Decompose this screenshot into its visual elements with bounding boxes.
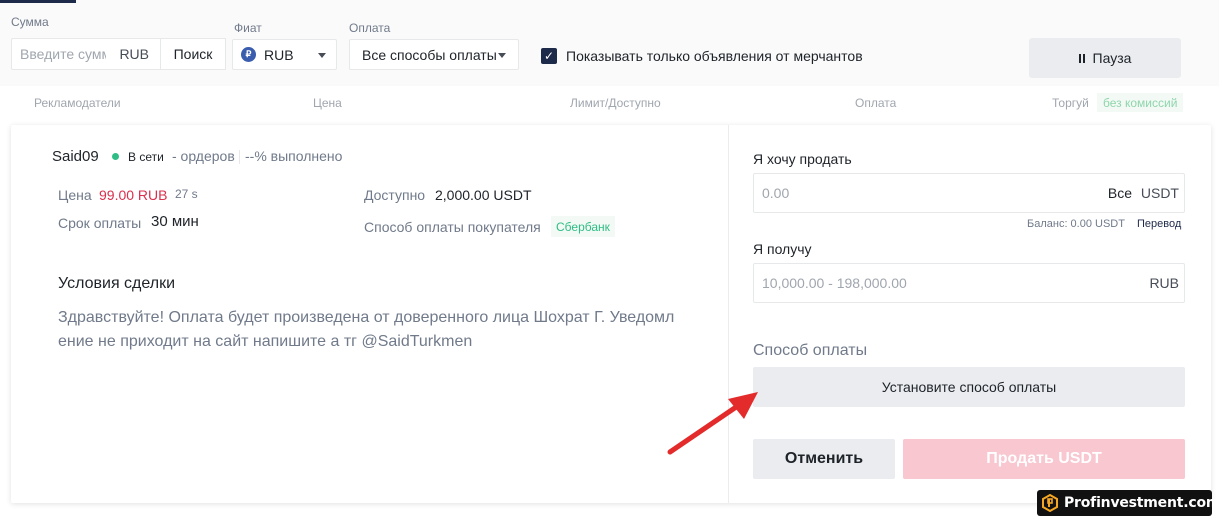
payment-method-badge: Сбербанк [551, 216, 615, 237]
column-price: Цена [313, 96, 342, 110]
ruble-icon: ₽ [241, 47, 256, 62]
column-limit: Лимит/Доступно [570, 96, 661, 110]
sell-amount-input[interactable] [754, 174, 1054, 212]
terms-title: Условия сделки [58, 275, 176, 292]
pause-label: Пауза [1092, 50, 1132, 66]
stat-separator [239, 150, 240, 164]
payment-method-label: Способ оплаты [753, 342, 868, 359]
column-trade: Торгуй [1052, 96, 1089, 110]
watermark: Profinvestment.com [1037, 490, 1219, 516]
no-fee-badge: без комиссий [1097, 93, 1184, 112]
receive-amount-box[interactable]: RUB [753, 263, 1185, 303]
payment-select[interactable]: Все способы оплаты [349, 39, 519, 70]
amount-input[interactable] [12, 39, 106, 69]
receive-amount-input[interactable] [754, 264, 1054, 302]
pause-button[interactable]: Пауза [1029, 38, 1181, 78]
price-label: Цена [58, 187, 92, 203]
balance-text: Баланс: 0.00 USDT [1027, 218, 1125, 230]
watermark-text: Profinvestment.com [1064, 495, 1219, 511]
all-link[interactable]: Все [1108, 185, 1132, 201]
sell-label: Я хочу продать [753, 151, 852, 167]
amount-currency: RUB [119, 46, 149, 62]
price-value: 99.00 RUB [99, 187, 168, 203]
payment-label: Оплата [349, 21, 391, 35]
pause-icon [1078, 53, 1085, 63]
checkbox-checked-icon[interactable]: ✓ [541, 48, 557, 64]
buyer-method-label: Способ оплаты покупателя [364, 219, 541, 235]
amount-label: Сумма [11, 15, 49, 29]
amount-input-box[interactable]: RUB [11, 38, 161, 70]
pay-time-value: 30 мин [151, 213, 199, 230]
cancel-button[interactable]: Отменить [753, 439, 895, 479]
sell-usdt-button[interactable]: Продать USDT [903, 439, 1185, 479]
fiat-value: RUB [264, 46, 294, 63]
payment-value: Все способы оплаты [362, 46, 497, 63]
sell-amount-box[interactable]: Все USDT [753, 173, 1185, 213]
online-status-icon [112, 153, 119, 160]
advertiser-name[interactable]: Said09 [52, 148, 99, 165]
terms-text: Здравствуйте! Оплата будет произведена о… [58, 309, 675, 350]
receive-currency: RUB [1149, 275, 1179, 291]
set-payment-method-button[interactable]: Установите способ оплаты [753, 367, 1185, 407]
watermark-logo-icon [1041, 494, 1059, 512]
chevron-down-icon [498, 53, 506, 58]
pay-time-label: Срок оплаты [58, 215, 142, 231]
annotation-arrow-icon [667, 392, 758, 455]
active-tab-indicator [0, 0, 76, 3]
merchant-filter[interactable]: ✓ Показывать только объявления от мерчан… [541, 48, 863, 64]
transfer-link[interactable]: Перевод [1137, 218, 1181, 230]
column-payment: Оплата [855, 96, 897, 110]
column-advertisers: Рекламодатели [34, 96, 121, 110]
online-status: В сети [128, 150, 164, 164]
chevron-down-icon [318, 53, 326, 58]
sell-currency: USDT [1140, 185, 1179, 201]
available-label: Доступно [364, 187, 426, 203]
available-value: 2,000.00 USDT [435, 187, 532, 203]
price-timer: 27 s [175, 187, 198, 201]
completion-rate: --% выполнено [245, 148, 343, 164]
search-button[interactable]: Поиск [160, 38, 226, 70]
orders-count: - ордеров [172, 148, 235, 164]
fiat-select[interactable]: ₽ RUB [232, 39, 337, 70]
fiat-label: Фиат [234, 21, 262, 35]
merchant-checkbox-label[interactable]: Показывать только объявления от мерчанто… [566, 48, 863, 64]
receive-label: Я получу [753, 241, 812, 257]
